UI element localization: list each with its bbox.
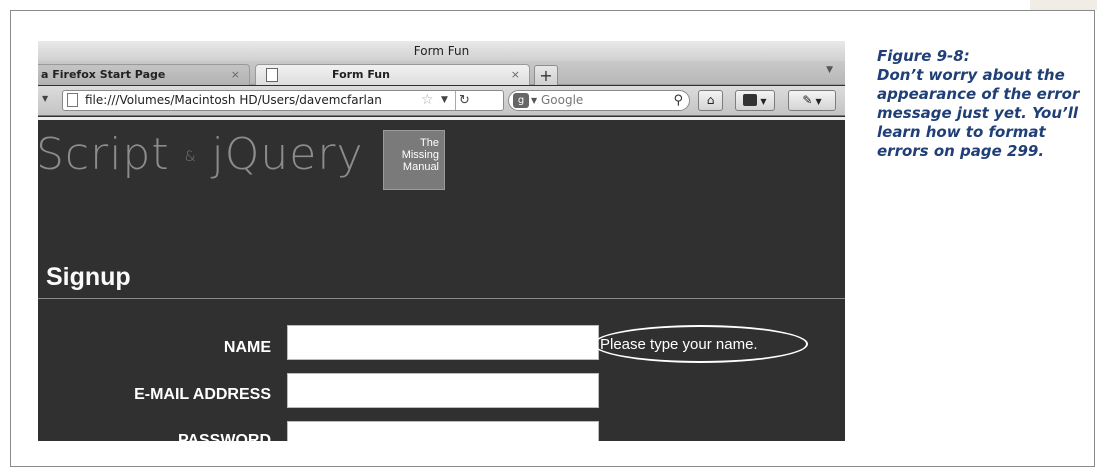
search-placeholder: Google (541, 93, 584, 107)
corner-decoration (1030, 0, 1097, 10)
page-content: Script & jQuery The Missing Manual Signu… (38, 117, 845, 441)
chevron-down-icon: ▼ (815, 97, 822, 106)
tab-list-icon[interactable]: ▼ (826, 65, 833, 75)
logo-ampersand: & (184, 149, 197, 165)
navigation-toolbar: ▼ file:///Volumes/Macintosh HD/Users/dav… (38, 86, 845, 116)
close-tab-icon[interactable]: × (231, 65, 240, 85)
url-dropdown-icon[interactable]: ▼ (441, 91, 448, 110)
password-field[interactable] (287, 421, 599, 441)
badge-line: The (420, 137, 439, 149)
bookmarks-icon (743, 94, 758, 106)
email-field[interactable] (287, 373, 599, 408)
url-bar[interactable]: file:///Volumes/Macintosh HD/Users/davem… (62, 90, 504, 111)
email-label: E-MAIL ADDRESS (134, 386, 271, 403)
tab-bar: a Firefox Start Page × Form Fun × + ▼ (38, 61, 845, 85)
tab-label: Form Fun (332, 68, 390, 81)
page-title: Signup (46, 263, 131, 291)
home-icon: ⌂ (706, 93, 715, 107)
missing-manual-badge: The Missing Manual (383, 130, 445, 190)
figure-caption: Figure 9-8: Don’t worry about the appear… (877, 47, 1092, 161)
engine-dropdown-icon[interactable]: ▼ (531, 91, 537, 110)
google-engine-icon[interactable]: g (513, 93, 529, 108)
star-icon[interactable]: ☆ (421, 91, 434, 110)
site-logo: Script & jQuery (38, 129, 364, 180)
extension-icon: ✎ (802, 93, 813, 107)
extension-button[interactable]: ✎ ▼ (788, 90, 836, 111)
logo-text: Script (38, 129, 170, 180)
tab-form-fun[interactable]: Form Fun × (255, 64, 530, 85)
new-tab-button[interactable]: + (534, 65, 558, 85)
search-bar[interactable]: g ▼ Google ⚲ (508, 90, 690, 111)
tab-label: a Firefox Start Page (41, 68, 166, 81)
tab-firefox-start[interactable]: a Firefox Start Page × (38, 64, 250, 85)
chevron-down-icon: ▼ (760, 97, 767, 106)
close-tab-icon[interactable]: × (511, 65, 520, 85)
error-highlight-ellipse (593, 325, 808, 363)
divider (38, 298, 845, 299)
caption-title: Figure 9-8: (877, 47, 970, 65)
search-icon[interactable]: ⚲ (673, 91, 683, 110)
url-text[interactable]: file:///Volumes/Macintosh HD/Users/davem… (85, 91, 420, 110)
name-field[interactable] (287, 325, 599, 360)
badge-line: Manual (402, 161, 439, 173)
name-label: NAME (223, 339, 271, 356)
home-button[interactable]: ⌂ (698, 90, 723, 111)
history-dropdown-icon[interactable]: ▼ (42, 94, 48, 103)
password-label: PASSWORD (177, 432, 271, 441)
window-title: Form Fun (38, 41, 845, 61)
bookmarks-button[interactable]: ▼ (735, 90, 775, 111)
divider (38, 117, 845, 120)
page-icon (67, 93, 78, 107)
caption-text: Don’t worry about the appearance of the … (877, 66, 1080, 160)
browser-window: Form Fun a Firefox Start Page × Form Fun… (38, 41, 845, 441)
logo-text: jQuery (211, 129, 364, 180)
reload-icon[interactable]: ↻ (455, 91, 473, 110)
badge-line: Missing (401, 149, 439, 161)
